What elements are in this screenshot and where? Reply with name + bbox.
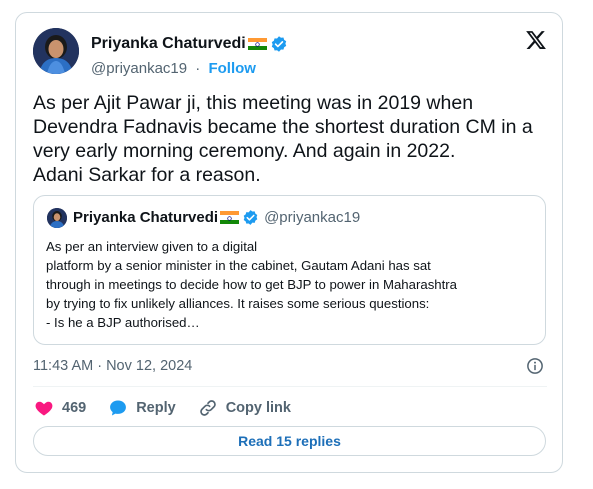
separator-dot: · [195, 60, 201, 77]
heart-icon [35, 401, 53, 416]
read-replies-button[interactable]: Read 15 replies [33, 426, 546, 456]
quoted-author-handle: @priyankac19 [264, 209, 361, 226]
reply-label: Reply [136, 400, 176, 416]
info-icon[interactable] [526, 357, 544, 375]
copy-link-button[interactable]: Copy link [198, 398, 291, 418]
author-handle[interactable]: @priyankac19 [91, 60, 187, 77]
copy-link-label: Copy link [225, 400, 291, 416]
tweet-timestamp[interactable]: 11:43 AM · Nov 12, 2024 [33, 358, 192, 374]
author-avatar[interactable] [33, 28, 79, 74]
author-name-row: Priyanka Chaturvedi [91, 35, 288, 53]
verified-badge-icon [243, 210, 258, 225]
reply-bubble-icon [110, 400, 127, 416]
author-handle-row: @priyankac19 · Follow [91, 60, 256, 77]
action-bar: 469 Reply Copy link [34, 398, 313, 418]
like-count: 469 [62, 400, 87, 416]
like-button[interactable]: 469 [34, 398, 86, 418]
quoted-author-avatar [47, 208, 67, 228]
quoted-tweet[interactable]: Priyanka Chaturvedi @priyankac19 As per … [33, 195, 546, 345]
follow-button[interactable]: Follow [208, 60, 256, 77]
quoted-text: As per an interview given to a digital p… [46, 239, 458, 330]
quoted-author-name: Priyanka Chaturvedi [73, 209, 219, 226]
india-flag-icon [247, 37, 267, 51]
verified-badge-icon [271, 36, 286, 52]
x-logo-icon[interactable] [525, 29, 547, 51]
reply-button[interactable]: Reply [108, 398, 176, 418]
tweet-text: As per Ajit Pawar ji, this meeting was i… [33, 92, 533, 186]
author-name[interactable]: Priyanka Chaturvedi [91, 35, 246, 53]
divider [33, 386, 547, 387]
india-flag-icon [220, 211, 240, 224]
link-icon [199, 400, 216, 416]
tweet-card: Priyanka Chaturvedi @priyankac19 · Follo… [15, 12, 563, 473]
read-replies-label: Read 15 replies [238, 433, 341, 449]
quoted-name-row: Priyanka Chaturvedi @priyankac19 [73, 209, 360, 226]
